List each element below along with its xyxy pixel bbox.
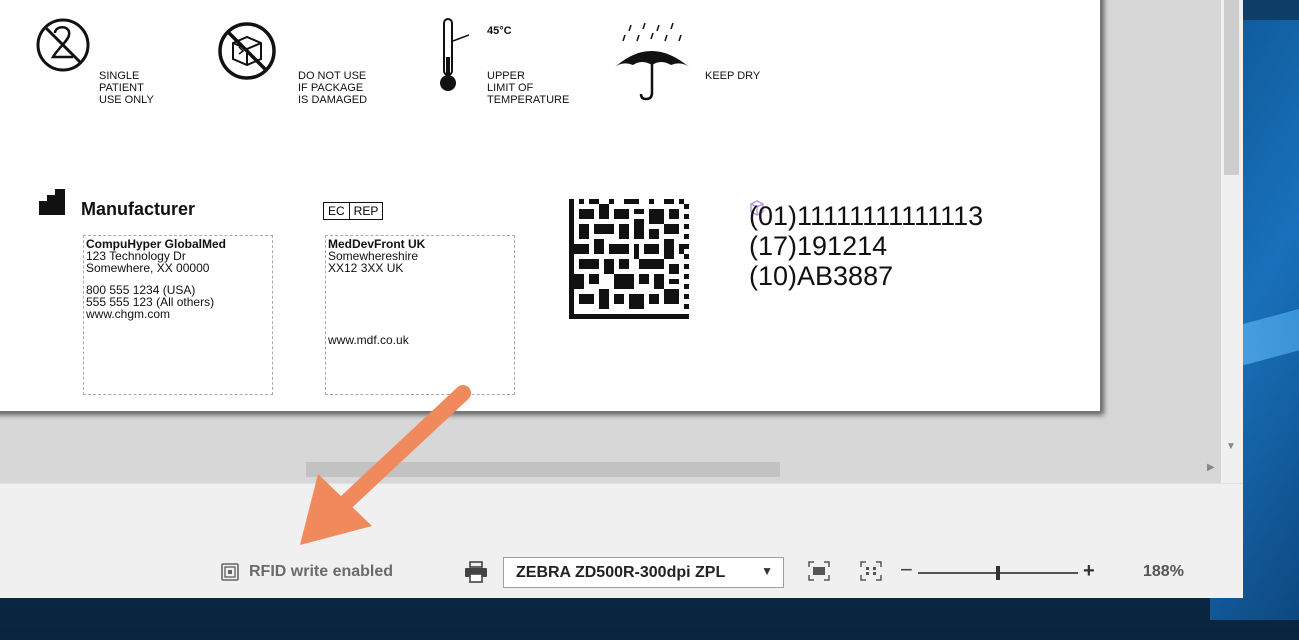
ec-rep-badge: EC REP [323,202,384,220]
datamatrix-barcode[interactable] [569,199,689,319]
horizontal-scroll-thumb[interactable] [306,462,780,477]
caption-line: IF PACKAGE [298,82,364,94]
udi-lot: (10)AB3887 [749,261,894,291]
manufacturer-city: Somewhere, XX 00000 [86,261,210,275]
zoom-level: 188% [1143,563,1184,580]
rfid-icon [221,563,239,581]
ec-rep-left: EC [324,203,350,219]
address-spacer [328,274,512,334]
manufacturer-title: Manufacturer [81,199,196,219]
udi-gtin: (01)11111111111113 [749,201,984,231]
printer-select-value: ZEBRA ZD500R-300dpi ZPL [516,563,726,581]
label-preview[interactable]: SINGLE PATIENT USE ONLY DO NOT USE IF PA… [0,0,1101,412]
keep-dry-caption: KEEP DRY [705,70,760,82]
temperature-limit-value: 45°C [487,25,512,37]
manufacturer-icon [39,189,65,215]
caption-line: USE ONLY [99,94,154,106]
keep-dry-icon [615,22,689,101]
caption-line: KEEP DRY [705,70,761,82]
udi-text: (01)11111111111113 (17)191214 (10)AB3887 [749,201,983,291]
ec-rep-right: REP [353,204,379,218]
vertical-scroll-thumb[interactable] [1224,0,1239,175]
caption-line: TEMPERATURE [487,94,570,106]
rfid-label: RFID write enabled [249,563,394,580]
rfid-status[interactable]: RFID write enabled [221,560,393,584]
zoom-slider-handle[interactable] [996,566,1000,580]
single-patient-use-icon [36,18,90,72]
caption-line: IS DAMAGED [298,94,368,106]
do-not-use-caption: DO NOT USE IF PACKAGE IS DAMAGED [298,70,367,106]
caption-line: PATIENT [99,82,144,94]
caption-line: UPPER [487,70,525,82]
udi-date: (17)191214 [749,231,888,261]
label-designer-window: SINGLE PATIENT USE ONLY DO NOT USE IF PA… [0,0,1243,598]
temperature-limit-icon [440,18,469,91]
printer-icon[interactable] [464,561,488,583]
printer-select[interactable]: ZEBRA ZD500R-300dpi ZPL ▼ [503,557,784,588]
manufacturer-web: www.chgm.com [86,307,171,321]
caption-line: LIMIT OF [487,82,534,94]
chevron-down-icon: ▼ [761,564,773,578]
single-patient-caption: SINGLE PATIENT USE ONLY [99,70,154,106]
scroll-right-arrow-icon[interactable]: ▶ [1207,462,1215,473]
manufacturer-address-box[interactable]: CompuHyper GlobalMed 123 Technology Dr S… [83,235,273,395]
temperature-caption: UPPER LIMIT OF TEMPERATURE [487,70,569,106]
ec-rep-postcode: XX12 3XX UK [328,261,404,275]
scrollbar-corner [1221,455,1243,483]
fit-to-window-icon[interactable] [808,561,830,581]
ec-rep-address-box[interactable]: MedDevFront UK Somewhereshire XX12 3XX U… [325,235,515,395]
design-canvas[interactable]: SINGLE PATIENT USE ONLY DO NOT USE IF PA… [0,0,1221,455]
ec-rep-web: www.mdf.co.uk [328,333,409,347]
do-not-use-damaged-icon [218,22,276,80]
caption-line: DO NOT USE [298,70,367,82]
caption-line: SINGLE [99,70,140,82]
actual-size-icon[interactable] [860,561,882,581]
scroll-down-arrow-icon[interactable]: ▼ [1226,442,1236,452]
zoom-in-button[interactable]: + [1083,561,1095,581]
zoom-out-button[interactable]: − [900,559,913,581]
